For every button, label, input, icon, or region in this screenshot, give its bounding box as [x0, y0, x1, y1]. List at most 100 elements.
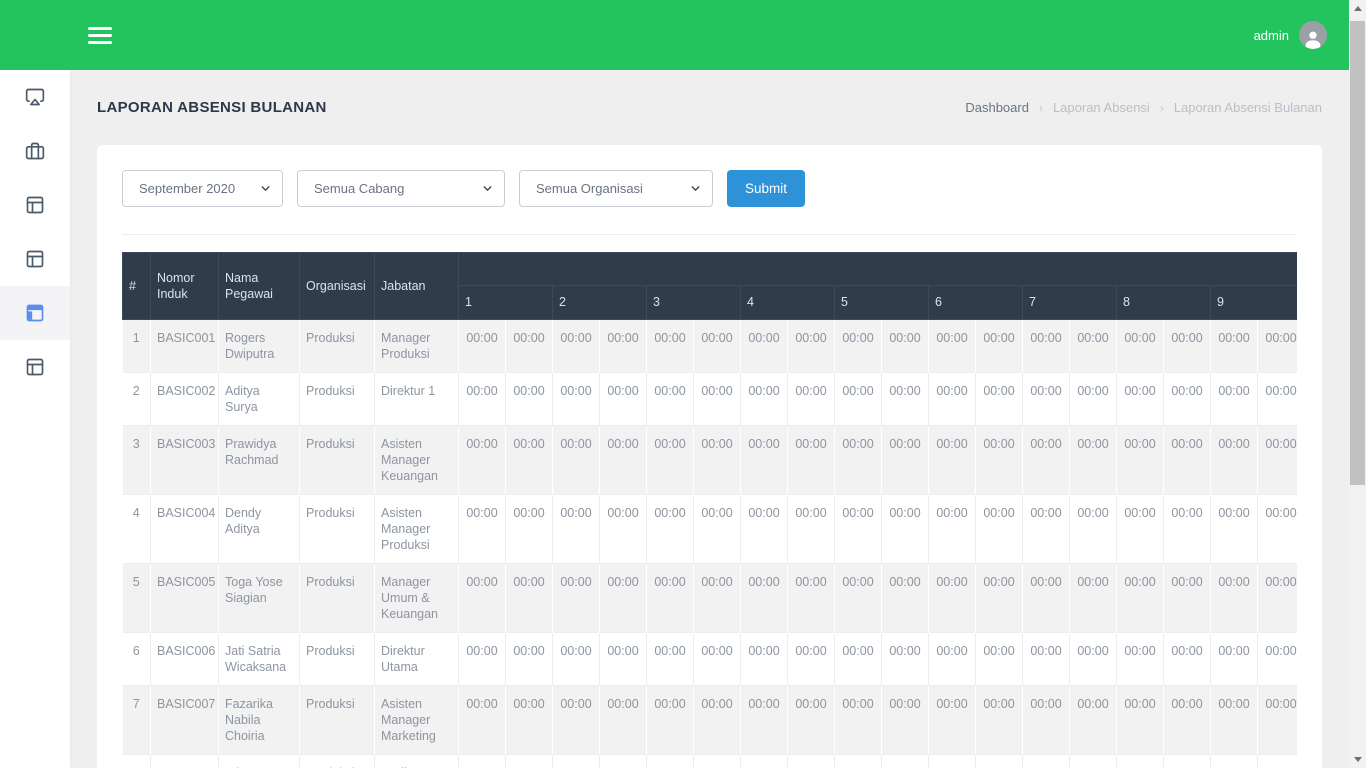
cell-time: 00:00 [1211, 564, 1258, 633]
cell-time: 00:00 [506, 373, 553, 426]
cell-jabatan: Asisten Manager Marketing [375, 686, 459, 755]
table-row: 4BASIC004Dendy AdityaProduksiAsisten Man… [123, 495, 1298, 564]
filter-bar: September 2020 Semua Cabang Semua Organi… [122, 170, 1297, 235]
cell-time: 00:00 [929, 426, 976, 495]
cell-time: 00:00 [647, 755, 694, 768]
cell-nama-pegawai: Toga Yose Siagian [219, 564, 300, 633]
cell-time: 00:00 [882, 564, 929, 633]
sidebar-item-1[interactable] [0, 70, 70, 124]
cell-time: 00:00 [459, 320, 506, 373]
sidebar-item-6[interactable] [0, 340, 70, 394]
submit-button[interactable]: Submit [727, 170, 805, 207]
breadcrumb-separator-icon: › [1160, 101, 1164, 115]
breadcrumb-item[interactable]: Laporan Absensi [1053, 100, 1150, 115]
cell-organisasi: Produksi [300, 755, 375, 768]
cell-time: 00:00 [1117, 320, 1164, 373]
cell-time: 00:00 [976, 373, 1023, 426]
column-header-jabatan: Jabatan [375, 253, 459, 320]
cell-index: 2 [123, 373, 151, 426]
vertical-scrollbar [1349, 0, 1366, 768]
cell-nama-pegawai: Fazarika Nabila Choiria [219, 686, 300, 755]
breadcrumb-item[interactable]: Dashboard [965, 100, 1029, 115]
month-select[interactable]: September 2020 [122, 170, 283, 207]
cell-time: 00:00 [694, 495, 741, 564]
cell-time: 00:00 [1258, 564, 1298, 633]
cell-time: 00:00 [1117, 755, 1164, 768]
cell-time: 00:00 [506, 633, 553, 686]
cell-time: 00:00 [929, 495, 976, 564]
cell-time: 00:00 [600, 755, 647, 768]
topbar: admin [0, 0, 1349, 70]
cell-time: 00:00 [553, 686, 600, 755]
cell-nomor-induk: BASIC002 [151, 373, 219, 426]
cell-time: 00:00 [647, 564, 694, 633]
cell-time: 00:00 [647, 373, 694, 426]
cell-time: 00:00 [882, 755, 929, 768]
layout-icon [25, 303, 45, 323]
breadcrumb: Dashboard›Laporan Absensi›Laporan Absens… [965, 100, 1322, 115]
cell-time: 00:00 [929, 373, 976, 426]
cell-time: 00:00 [1164, 564, 1211, 633]
cell-time: 00:00 [1164, 633, 1211, 686]
hamburger-menu-icon[interactable] [88, 23, 112, 48]
cell-time: 00:00 [506, 755, 553, 768]
day-column-header: 4 [741, 286, 835, 320]
cell-time: 00:00 [1117, 633, 1164, 686]
cell-time: 00:00 [506, 320, 553, 373]
day-header-spacer [459, 253, 1298, 286]
cell-organisasi: Produksi [300, 495, 375, 564]
cell-time: 00:00 [600, 633, 647, 686]
cell-time: 00:00 [1070, 686, 1117, 755]
cell-time: 00:00 [1023, 426, 1070, 495]
cell-time: 00:00 [1070, 633, 1117, 686]
cell-time: 00:00 [1164, 755, 1211, 768]
sidebar-item-5[interactable] [0, 286, 70, 340]
column-header-nomor-induk: Nomor Induk [151, 253, 219, 320]
cell-time: 00:00 [506, 686, 553, 755]
scroll-down-arrow-icon[interactable] [1349, 751, 1366, 768]
table-row: 7BASIC007Fazarika Nabila ChoiriaProduksi… [123, 686, 1298, 755]
sidebar-item-2[interactable] [0, 124, 70, 178]
cell-index: 3 [123, 426, 151, 495]
cell-time: 00:00 [459, 426, 506, 495]
cell-time: 00:00 [694, 755, 741, 768]
scrollbar-thumb[interactable] [1350, 21, 1365, 485]
scroll-up-arrow-icon[interactable] [1349, 0, 1366, 17]
cell-time: 00:00 [1023, 373, 1070, 426]
cell-time: 00:00 [1211, 426, 1258, 495]
cell-time: 00:00 [1258, 426, 1298, 495]
cell-nama-pegawai: Jati Satria Wicaksana [219, 633, 300, 686]
airplay-icon [25, 87, 45, 107]
sidebar-item-4[interactable] [0, 232, 70, 286]
cell-nomor-induk: BASIC006 [151, 633, 219, 686]
cell-time: 00:00 [553, 633, 600, 686]
day-column-header: 6 [929, 286, 1023, 320]
cell-time: 00:00 [1117, 426, 1164, 495]
organization-select[interactable]: Semua Organisasi [519, 170, 713, 207]
layout-icon [25, 249, 45, 269]
cell-time: 00:00 [882, 426, 929, 495]
cell-time: 00:00 [976, 755, 1023, 768]
user-avatar-icon [1299, 21, 1327, 49]
main-content: LAPORAN ABSENSI BULANAN Dashboard›Lapora… [70, 70, 1349, 768]
cell-time: 00:00 [741, 564, 788, 633]
cell-time: 00:00 [788, 426, 835, 495]
cell-time: 00:00 [788, 564, 835, 633]
cell-time: 00:00 [647, 320, 694, 373]
table-row: 8BASIC008Triono NugrohoProduksiStaff Pro… [123, 755, 1298, 768]
branch-select[interactable]: Semua Cabang [297, 170, 505, 207]
cell-time: 00:00 [1117, 564, 1164, 633]
cell-nomor-induk: BASIC001 [151, 320, 219, 373]
cell-time: 00:00 [1070, 320, 1117, 373]
cell-time: 00:00 [1023, 564, 1070, 633]
cell-time: 00:00 [1211, 755, 1258, 768]
cell-time: 00:00 [882, 633, 929, 686]
sidebar-item-3[interactable] [0, 178, 70, 232]
user-menu[interactable]: admin [1254, 21, 1327, 49]
cell-time: 00:00 [1164, 373, 1211, 426]
breadcrumb-separator-icon: › [1039, 101, 1043, 115]
cell-organisasi: Produksi [300, 686, 375, 755]
cell-time: 00:00 [788, 320, 835, 373]
cell-time: 00:00 [976, 320, 1023, 373]
cell-time: 00:00 [553, 373, 600, 426]
